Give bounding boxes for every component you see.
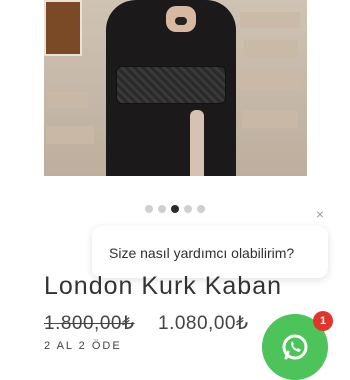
clutch-bag	[116, 66, 226, 104]
wall-brick	[46, 126, 94, 144]
wall-brick	[236, 72, 302, 90]
carousel-dot[interactable]	[158, 205, 166, 213]
close-icon[interactable]: ×	[313, 207, 327, 221]
carousel-dot[interactable]	[197, 205, 205, 213]
carousel-dot[interactable]	[184, 205, 192, 213]
carousel-dot[interactable]	[171, 205, 179, 213]
notification-badge: 1	[313, 311, 333, 331]
ring	[175, 17, 187, 25]
product-image[interactable]	[44, 0, 307, 176]
promo-subline: 2 AL 2 ÖDE	[44, 340, 122, 352]
coat-slit	[190, 110, 204, 176]
wall-brick	[48, 92, 88, 108]
wall-brick	[244, 40, 298, 58]
product-title: London Kurk Kaban	[44, 272, 283, 300]
carousel-dots	[0, 205, 350, 217]
old-price: 1.800,00₺	[44, 313, 135, 334]
window-decor	[44, 0, 82, 56]
chat-popup-message: Size nasıl yardımcı olabilirim?	[109, 245, 295, 261]
carousel-dot[interactable]	[145, 205, 153, 213]
chat-popup[interactable]: Size nasıl yardımcı olabilirim?	[92, 226, 328, 278]
whatsapp-icon	[282, 334, 308, 360]
wall-brick	[242, 110, 298, 128]
new-price: 1.080,00₺	[158, 313, 249, 334]
wall-brick	[240, 12, 300, 28]
